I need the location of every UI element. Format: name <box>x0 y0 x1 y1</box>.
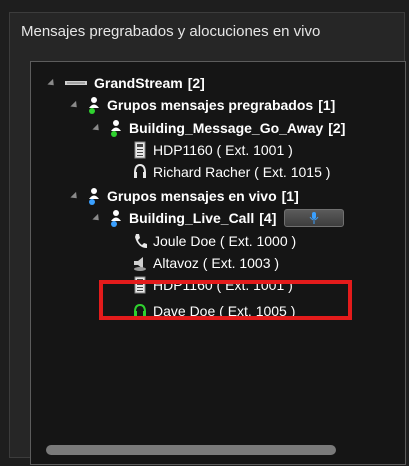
panel-title: Mensajes pregrabados y alocuciones en vi… <box>21 23 321 40</box>
group-icon <box>87 96 101 114</box>
item-label: Richard Racher ( Ext. 1015 ) <box>153 164 331 180</box>
tree-node-building-live-call[interactable]: Building_Live_Call [4] <box>92 207 345 229</box>
tree-view[interactable]: GrandStream [2] Grupos mensajes pregraba… <box>30 61 406 465</box>
tree-item-altavoz[interactable]: Altavoz ( Ext. 1003 ) <box>133 252 279 274</box>
microphone-icon <box>309 212 319 224</box>
item-label: HDP1160 ( Ext. 1001 ) <box>153 142 293 158</box>
group-icon <box>109 119 123 137</box>
group-icon <box>109 209 123 227</box>
node-count: [2] <box>187 75 205 91</box>
server-icon <box>64 74 88 92</box>
node-label: Building_Live_Call <box>129 210 255 226</box>
expand-arrow-icon[interactable] <box>70 191 80 201</box>
node-count: [1] <box>281 188 299 204</box>
tree-item-joule-doe[interactable]: Joule Doe ( Ext. 1000 ) <box>133 230 296 252</box>
expand-arrow-icon[interactable] <box>92 213 102 223</box>
item-label: Joule Doe ( Ext. 1000 ) <box>153 233 297 249</box>
tree-node-grupos-pregrabados[interactable]: Grupos mensajes pregrabados [1] <box>70 94 336 116</box>
node-label: Building_Message_Go_Away <box>129 120 324 136</box>
phone-handset-icon <box>133 232 147 250</box>
expand-arrow-icon[interactable] <box>70 100 80 110</box>
node-label: Grupos mensajes pregrabados <box>107 97 314 113</box>
tree-item-hdp1160[interactable]: HDP1160 ( Ext. 1001 ) <box>133 139 293 161</box>
expand-arrow-icon[interactable] <box>47 78 57 88</box>
tree-node-grandstream[interactable]: GrandStream [2] <box>47 72 205 94</box>
node-count: [1] <box>318 97 336 113</box>
desk-phone-icon <box>133 141 147 159</box>
node-label: Grupos mensajes en vivo <box>107 188 277 204</box>
tree-node-grupos-en-vivo[interactable]: Grupos mensajes en vivo [1] <box>70 185 299 207</box>
item-label: Altavoz ( Ext. 1003 ) <box>153 255 280 271</box>
expand-arrow-icon[interactable] <box>92 123 102 133</box>
tree-node-building-message-go-away[interactable]: Building_Message_Go_Away [2] <box>92 117 346 139</box>
group-icon <box>87 187 101 205</box>
tree-item-richard-racher[interactable]: Richard Racher ( Ext. 1015 ) <box>133 161 330 183</box>
node-count: [4] <box>259 210 277 226</box>
node-count: [2] <box>328 120 346 136</box>
horizontal-scrollbar[interactable] <box>46 445 392 455</box>
mensajes-panel: Mensajes pregrabados y alocuciones en vi… <box>9 12 406 465</box>
speaker-icon <box>133 254 147 272</box>
live-mic-button[interactable] <box>284 209 345 227</box>
node-label: GrandStream <box>94 75 183 91</box>
highlight-box <box>99 280 352 320</box>
headset-icon <box>133 163 147 181</box>
scrollbar-thumb[interactable] <box>46 445 336 455</box>
